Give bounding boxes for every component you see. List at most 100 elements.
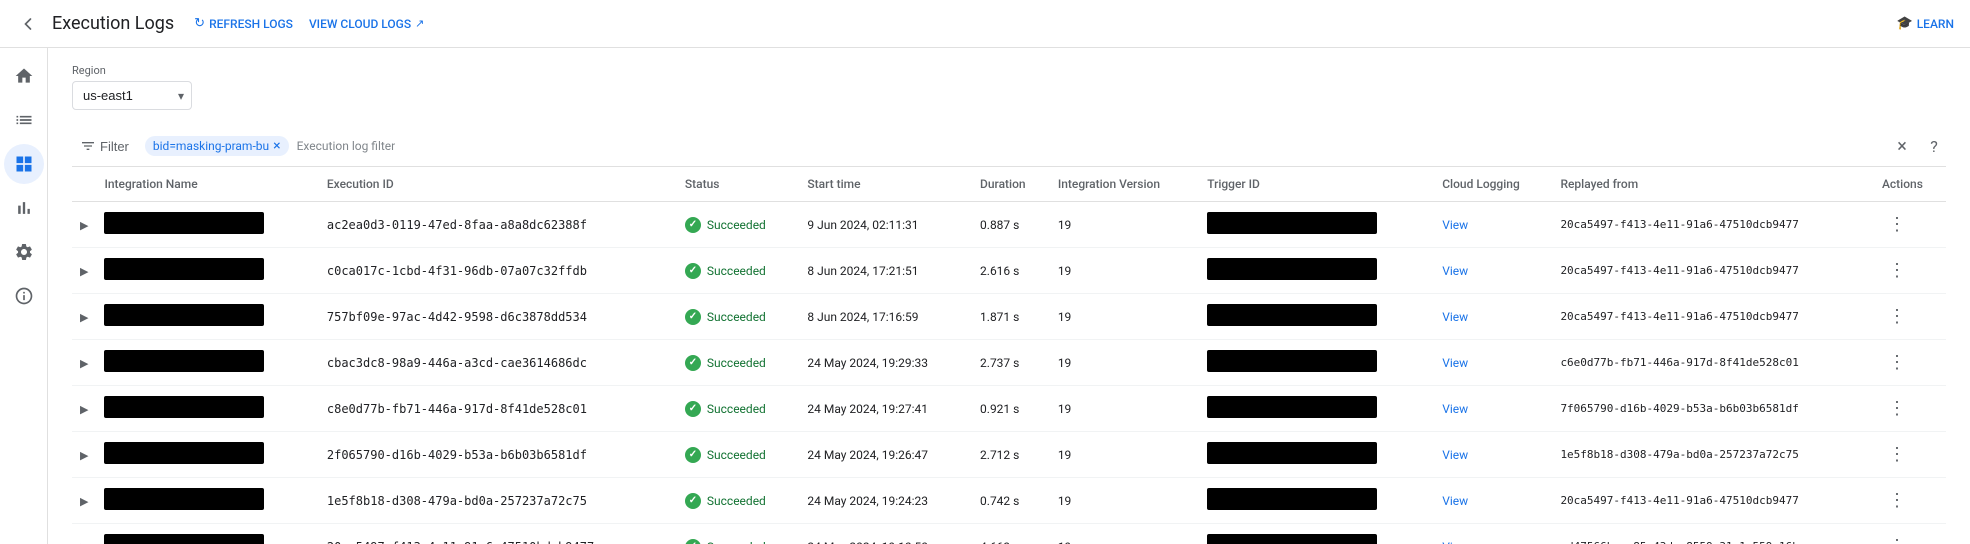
filter-button[interactable]: Filter [72,134,137,158]
row-actions[interactable]: ⋮ [1874,340,1946,386]
row-duration: 2.616 s [972,248,1050,294]
row-actions[interactable]: ⋮ [1874,524,1946,544]
row-cloud-logging[interactable]: View [1434,202,1552,248]
row-duration: 0.742 s [972,478,1050,524]
row-actions-button[interactable]: ⋮ [1882,442,1912,467]
row-start-time: 9 Jun 2024, 02:11:31 [799,202,972,248]
filter-chip-close-button[interactable]: × [273,139,280,153]
row-expand-icon[interactable]: ▶ [72,294,96,340]
row-execution-id: ac2ea0d3-0119-47ed-8faa-a8a8dc62388f [319,202,677,248]
sidebar-icon-list[interactable] [4,100,44,140]
row-duration: 0.887 s [972,202,1050,248]
row-actions[interactable]: ⋮ [1874,248,1946,294]
sidebar-icon-info[interactable] [4,276,44,316]
row-expand-icon[interactable]: ▶ [72,202,96,248]
col-integration-version: Integration Version [1050,167,1199,202]
table-row[interactable]: ▶2f065790-d16b-4029-b53a-b6b03b6581dfSuc… [72,432,1946,478]
row-integration-version: 19 [1050,386,1199,432]
row-actions[interactable]: ⋮ [1874,386,1946,432]
row-replayed-from: 20ca5497-f413-4e11-91a6-47510dcb9477 [1552,248,1874,294]
sidebar-icon-grid[interactable] [4,144,44,184]
header: Execution Logs ↻ REFRESH LOGS VIEW CLOUD… [0,0,1970,48]
row-integration-name [96,294,318,340]
view-cloud-logging-link[interactable]: View [1442,310,1468,324]
region-select[interactable]: us-east1 us-central1 europe-west1 asia-e… [72,81,192,110]
view-cloud-logging-link[interactable]: View [1442,402,1468,416]
row-actions-button[interactable]: ⋮ [1882,488,1912,513]
row-cloud-logging[interactable]: View [1434,294,1552,340]
view-cloud-logging-link[interactable]: View [1442,494,1468,508]
row-duration: 2.712 s [972,432,1050,478]
view-cloud-logging-link[interactable]: View [1442,218,1468,232]
row-actions-button[interactable]: ⋮ [1882,258,1912,283]
layout: Region us-east1 us-central1 europe-west1… [0,48,1970,544]
row-cloud-logging[interactable]: View [1434,386,1552,432]
row-actions-button[interactable]: ⋮ [1882,212,1912,237]
view-cloud-logging-link[interactable]: View [1442,448,1468,462]
col-status: Status [677,167,799,202]
row-cloud-logging[interactable]: View [1434,524,1552,544]
sidebar-icon-chart[interactable] [4,188,44,228]
row-actions[interactable]: ⋮ [1874,478,1946,524]
row-cloud-logging[interactable]: View [1434,432,1552,478]
row-expand-icon[interactable]: ▶ [72,524,96,544]
row-cloud-logging[interactable]: View [1434,248,1552,294]
col-duration: Duration [972,167,1050,202]
learn-link[interactable]: 🎓 LEARN [1897,16,1954,31]
table-row[interactable]: ▶cbac3dc8-98a9-446a-a3cd-cae3614686dcSuc… [72,340,1946,386]
back-button[interactable] [16,12,40,36]
row-status: Succeeded [677,524,799,544]
row-actions-button[interactable]: ⋮ [1882,534,1912,544]
row-integration-version: 19 [1050,340,1199,386]
row-start-time: 8 Jun 2024, 17:16:59 [799,294,972,340]
row-actions-button[interactable]: ⋮ [1882,304,1912,329]
row-actions[interactable]: ⋮ [1874,294,1946,340]
table-row[interactable]: ▶c0ca017c-1cbd-4f31-96db-07a07c32ffdbSuc… [72,248,1946,294]
table-row[interactable]: ▶c8e0d77b-fb71-446a-917d-8f41de528c01Suc… [72,386,1946,432]
table-row[interactable]: ▶1e5f8b18-d308-479a-bd0a-257237a72c75Suc… [72,478,1946,524]
view-cloud-logging-link[interactable]: View [1442,264,1468,278]
row-status: Succeeded [677,202,799,248]
filter-bar: Filter bid=masking-pram-bu × Execution l… [72,126,1946,167]
filter-close-button[interactable]: × [1890,134,1914,158]
view-cloud-logging-link[interactable]: View [1442,356,1468,370]
row-integration-name [96,202,318,248]
row-integration-name [96,386,318,432]
row-status: Succeeded [677,294,799,340]
table-row[interactable]: ▶ ac2ea0d3-0119-47ed-8faa-a8a8dc62388fSuc… [72,202,1946,248]
row-duration: 1.871 s [972,294,1050,340]
row-start-time: 8 Jun 2024, 17:21:51 [799,248,972,294]
filter-placeholder[interactable]: Execution log filter [297,139,1086,153]
row-cloud-logging[interactable]: View [1434,478,1552,524]
row-start-time: 24 May 2024, 19:27:41 [799,386,972,432]
col-expand [72,167,96,202]
sidebar-icon-home[interactable] [4,56,44,96]
row-trigger-id [1199,294,1434,340]
row-integration-name [96,248,318,294]
row-expand-icon[interactable]: ▶ [72,248,96,294]
row-replayed-from: 20ca5497-f413-4e11-91a6-47510dcb9477 [1552,294,1874,340]
table-row[interactable]: ▶757bf09e-97ac-4d42-9598-d6c3878dd534Suc… [72,294,1946,340]
col-replayed-from: Replayed from [1552,167,1874,202]
view-cloud-logs-link[interactable]: VIEW CLOUD LOGS ↗ [309,17,424,31]
row-actions[interactable]: ⋮ [1874,202,1946,248]
refresh-logs-link[interactable]: ↻ REFRESH LOGS [194,16,293,31]
row-integration-version: 19 [1050,524,1199,544]
row-start-time: 24 May 2024, 19:29:33 [799,340,972,386]
view-cloud-logging-link[interactable]: View [1442,540,1468,544]
row-integration-name [96,340,318,386]
row-actions[interactable]: ⋮ [1874,432,1946,478]
row-execution-id: cbac3dc8-98a9-446a-a3cd-cae3614686dc [319,340,677,386]
row-actions-button[interactable]: ⋮ [1882,350,1912,375]
table-row[interactable]: ▶20ca5497-f413-4e11-91a6-47510bdcb9477Su… [72,524,1946,544]
region-section: Region us-east1 us-central1 europe-west1… [72,64,1946,110]
filter-help-button[interactable]: ? [1922,134,1946,158]
row-expand-icon[interactable]: ▶ [72,432,96,478]
row-actions-button[interactable]: ⋮ [1882,396,1912,421]
row-expand-icon[interactable]: ▶ [72,478,96,524]
row-expand-icon[interactable]: ▶ [72,340,96,386]
row-expand-icon[interactable]: ▶ [72,386,96,432]
sidebar-icon-settings[interactable] [4,232,44,272]
row-cloud-logging[interactable]: View [1434,340,1552,386]
row-replayed-from: 1e5f8b18-d308-479a-bd0a-257237a72c75 [1552,432,1874,478]
